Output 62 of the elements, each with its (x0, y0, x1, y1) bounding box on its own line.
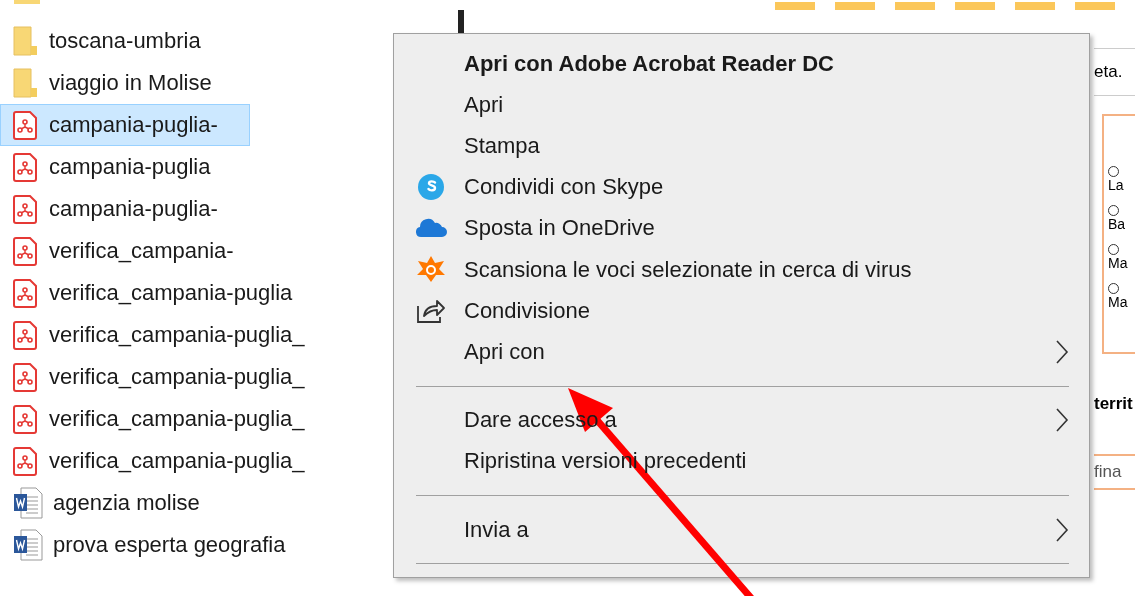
menu-item[interactable]: Scansiona le voci selezionate in cerca di virus (394, 249, 1089, 291)
pdf-file-icon (13, 362, 39, 392)
file-item[interactable]: campania-puglia- (0, 188, 250, 230)
file-name: agenzia molise (53, 490, 200, 516)
pdf-file-icon (13, 278, 39, 308)
file-name: verifica_campania-puglia (49, 280, 293, 306)
file-item[interactable]: agenzia molise (0, 482, 250, 524)
file-name: campania-puglia (49, 154, 211, 180)
pdf-file-icon (13, 194, 39, 224)
pdf-file-icon (13, 152, 39, 182)
menu-item[interactable]: Sposta in OneDrive (394, 207, 1089, 249)
pdf-file-icon (13, 320, 39, 350)
share-icon (416, 297, 446, 324)
pdf-file-icon (13, 236, 39, 266)
chevron-right-icon (1055, 516, 1069, 543)
menu-item[interactable]: Apri con (394, 331, 1089, 373)
entry-text: Ma (1108, 255, 1129, 271)
text-field[interactable]: fina (1094, 454, 1135, 490)
menu-item[interactable]: Apri (394, 84, 1089, 126)
chevron-right-icon (1055, 339, 1069, 365)
menu-item[interactable]: Apri con Adobe Acrobat Reader DC (394, 43, 1089, 85)
file-name: toscana-umbria (49, 28, 201, 54)
menu-item[interactable]: Invia a (394, 508, 1089, 551)
word-file-icon (13, 487, 43, 519)
file-item[interactable]: verifica_campania-puglia_ (0, 356, 310, 398)
section-heading: territ (1094, 394, 1134, 414)
entry-text: La (1108, 177, 1125, 193)
chevron-right-icon (1055, 407, 1069, 434)
file-item[interactable]: campania-puglia- (0, 104, 250, 146)
file-item[interactable]: prova esperta geografia (0, 524, 291, 566)
file-item[interactable]: campania-puglia (0, 146, 250, 188)
folder-icon (13, 26, 39, 56)
file-name: prova esperta geografia (53, 532, 286, 558)
file-name: viaggio in Molise (49, 70, 212, 96)
file-item[interactable]: verifica_campania-puglia (0, 272, 298, 314)
file-name: verifica_campania-puglia_ (49, 406, 305, 432)
file-name: verifica_campania-puglia_ (49, 364, 305, 390)
file-item[interactable]: verifica_campania-puglia_ (0, 398, 310, 440)
file-item[interactable]: viaggio in Molise (0, 62, 250, 104)
file-item[interactable]: verifica_campania-puglia_ (0, 440, 310, 482)
file-name: campania-puglia- (49, 196, 218, 222)
pdf-file-icon (13, 110, 39, 140)
pdf-file-icon (13, 446, 39, 476)
cloud-icon (415, 218, 447, 239)
folder-icon (14, 0, 40, 4)
file-name: verifica_campania-puglia_ (49, 322, 305, 348)
file-name: verifica_campania- (49, 238, 234, 264)
file-name: verifica_campania-puglia_ (49, 448, 305, 474)
skype-icon (417, 173, 445, 202)
file-item[interactable]: toscana-umbria (0, 20, 250, 62)
menu-item[interactable]: Condividi con Skype (394, 166, 1089, 208)
entry-text: Ma (1108, 294, 1129, 310)
file-item[interactable]: verifica_campania- (0, 230, 250, 272)
entry-text: Ba (1108, 216, 1127, 232)
menu-item[interactable]: Stampa (394, 125, 1089, 167)
word-file-icon (13, 529, 43, 561)
file-name: campania-puglia- (49, 112, 218, 138)
header-text: eta. (1094, 62, 1123, 82)
menu-item[interactable]: Condivisione (394, 290, 1089, 332)
file-item[interactable]: verifica_campania-puglia_ (0, 314, 310, 356)
folder-icon (13, 68, 39, 98)
pdf-file-icon (13, 404, 39, 434)
